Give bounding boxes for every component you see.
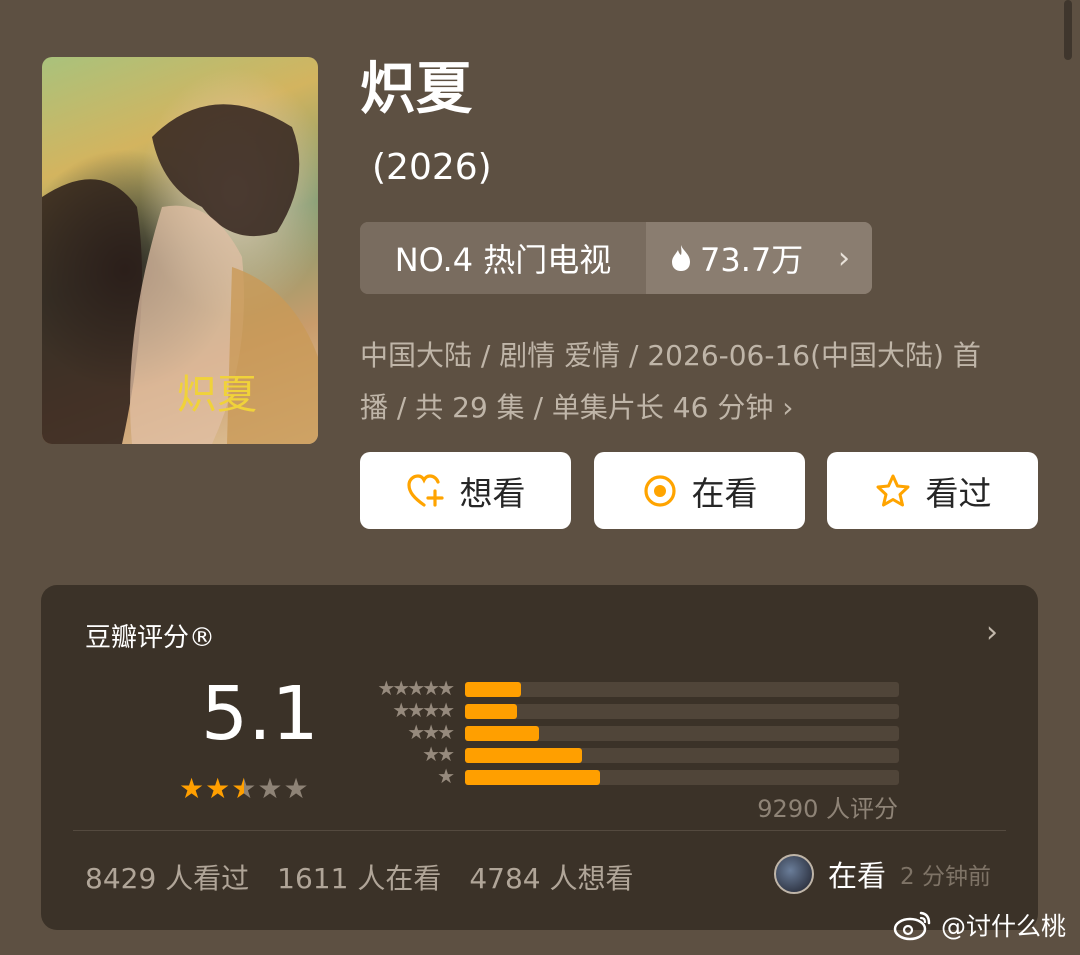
scrollbar[interactable] [1064,0,1072,60]
star-count-label: ★★★★ [392,698,455,722]
rating-bar-track [465,682,899,697]
rating-star: ★ [231,772,258,805]
meta-line-2: 播 / 共 29 集 / 单集片长 46 分钟 › [360,391,794,424]
friend-time: 2 分钟前 [900,864,991,890]
star-count-label: ★★ [422,742,455,766]
meta-info[interactable]: 中国大陆 / 剧情 爱情 / 2026-06-16(中国大陆) 首 播 / 共 … [360,330,1050,434]
friend-activity[interactable]: 在看 2 分钟前 [774,853,991,895]
chevron-right-icon: › [838,240,850,276]
meta-line-1: 中国大陆 / 剧情 爱情 / 2026-06-16(中国大陆) 首 [360,339,981,372]
rater-count: 9290 人评分 [757,795,898,823]
rating-bar-track [465,748,899,763]
heart-plus-icon [406,473,444,507]
rating-row-1: ★ [354,764,899,788]
watched-button[interactable]: 看过 [827,452,1038,529]
rating-bar [465,726,539,741]
weibo-icon [893,911,931,941]
rating-row-4: ★★★★ [354,698,899,722]
watching-button[interactable]: 在看 [594,452,805,529]
flame-icon [672,245,690,271]
star-icon [876,474,909,506]
star-count-label: ★★★ [407,720,455,744]
rating-star: ★ [179,772,206,805]
friend-status: 在看 [828,859,887,893]
watching-label: 在看 [691,473,758,513]
rating-row-5: ★★★★★ [354,676,899,700]
divider [73,830,1006,831]
rating-title: 豆瓣评分® [85,623,216,653]
rating-score: 5.1 [201,671,319,757]
rating-card[interactable]: 豆瓣评分® › 5.1 ★★★★★ ★★★★★ ★★★★ ★★★ ★★ ★ 9290 人… [41,585,1038,930]
rating-bar [465,748,582,763]
watched-label: 看过 [925,473,992,513]
want-label: 想看 [459,473,526,513]
rank-label[interactable]: NO.4 热门电视 [360,222,646,294]
poster-title: 炽夏 [177,372,257,418]
want-button[interactable]: 想看 [360,452,571,529]
heat-indicator[interactable]: 73.7万 › [646,222,872,294]
want-count: 4784 人想看 [469,862,634,895]
target-icon [643,474,676,507]
page-title: 炽夏 [360,57,472,122]
rating-bar [465,770,600,785]
star-count-label: ★★★★★ [377,676,455,700]
watermark: @讨什么桃 [893,907,1066,943]
rating-star: ★ [205,772,232,805]
rating-bar [465,682,521,697]
watch-stats: 8429 人看过 1611 人在看 4784 人想看 [85,857,634,897]
avatar[interactable] [774,854,814,894]
rating-bar [465,704,517,719]
rating-stars: ★★★★★ [179,775,310,803]
rating-row-2: ★★ [354,742,899,766]
heat-value: 73.7万 [700,241,804,279]
watched-count: 8429 人看过 [85,862,250,895]
watching-count: 1611 人在看 [277,862,442,895]
rating-star: ★ [283,772,310,805]
watermark-text: @讨什么桃 [940,912,1066,941]
release-year: (2026) [372,147,492,188]
star-count-label: ★ [437,764,455,788]
chevron-right-icon: › [782,391,794,424]
rating-bar-track [465,770,899,785]
rating-bar-track [465,726,899,741]
chevron-right-icon[interactable]: › [986,615,998,650]
rating-row-3: ★★★ [354,720,899,744]
rating-star: ★ [257,772,284,805]
rating-bar-track [465,704,899,719]
rank-banner[interactable]: NO.4 热门电视 73.7万 › [360,222,872,294]
poster-image[interactable]: 炽夏 [42,57,318,444]
